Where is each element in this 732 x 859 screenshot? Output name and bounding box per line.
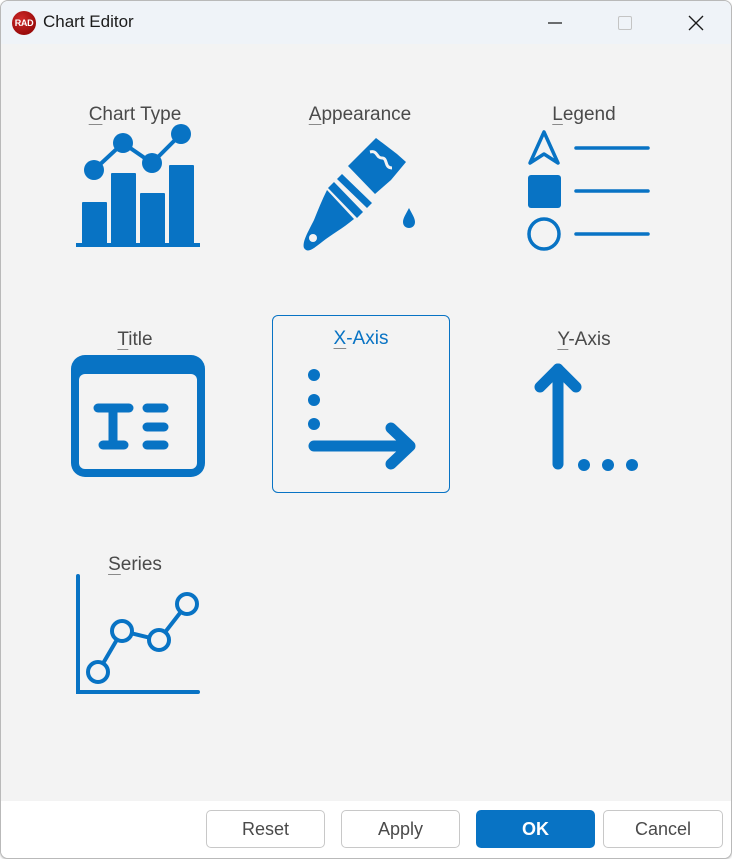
y-axis-arrow-icon <box>534 363 638 471</box>
paint-brush-icon <box>303 138 415 251</box>
editor-tiles-area: Chart Type Appearance Legend Title X-Axi… <box>1 44 731 801</box>
tile-legend[interactable]: Legend <box>495 91 673 269</box>
minimize-icon <box>548 21 562 24</box>
maximize-icon <box>618 15 632 30</box>
tile-y-axis[interactable]: Y-Axis <box>495 316 673 494</box>
minimize-button[interactable] <box>532 1 578 44</box>
bar-line-chart-icon <box>76 124 200 247</box>
reset-button[interactable]: Reset <box>206 810 325 848</box>
cancel-button[interactable]: Cancel <box>603 810 723 848</box>
ok-button[interactable]: OK <box>476 810 595 848</box>
tile-series[interactable]: Series <box>46 541 224 719</box>
title-bar: RAD Chart Editor <box>1 1 731 44</box>
maximize-button[interactable] <box>602 1 648 44</box>
legend-icon <box>527 130 650 251</box>
x-axis-arrow-icon <box>308 369 416 470</box>
apply-button[interactable]: Apply <box>341 810 460 848</box>
tile-chart-type[interactable]: Chart Type <box>46 91 224 269</box>
close-button[interactable] <box>673 1 719 44</box>
app-logo-icon: RAD <box>12 11 36 35</box>
title-text-icon <box>71 355 205 477</box>
window-title: Chart Editor <box>43 12 134 31</box>
close-icon <box>688 15 704 30</box>
tile-appearance[interactable]: Appearance <box>271 91 449 269</box>
line-series-icon <box>76 574 200 694</box>
chart-editor-window: RAD Chart Editor Chart Type Appearance L… <box>0 0 732 859</box>
tile-x-axis[interactable]: X-Axis <box>272 315 450 493</box>
dialog-footer: Reset Apply OK Cancel <box>1 801 731 858</box>
tile-title[interactable]: Title <box>46 316 224 494</box>
